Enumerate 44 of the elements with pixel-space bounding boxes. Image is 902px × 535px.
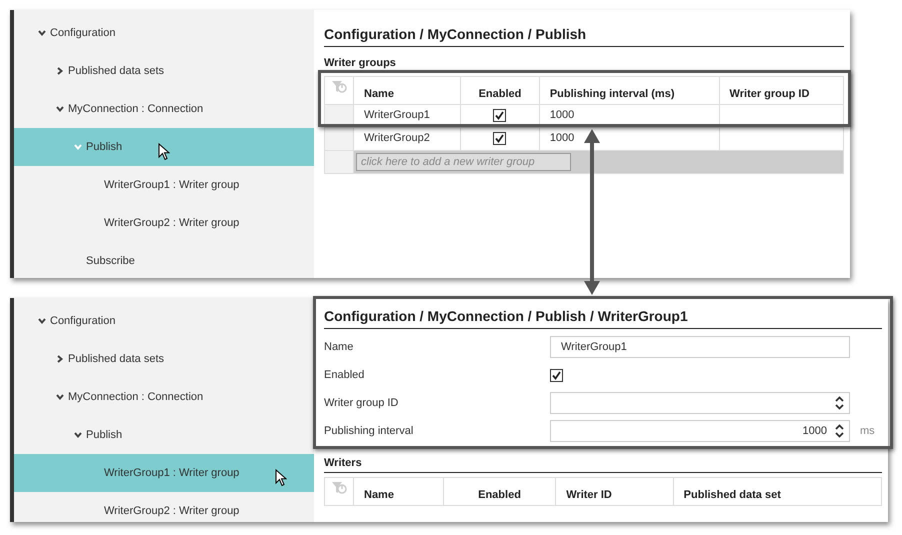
tree-item[interactable]: Configuration <box>14 302 314 340</box>
unit-label: ms <box>860 424 875 439</box>
spin-arrows-icon <box>835 424 844 438</box>
checked-checkbox[interactable] <box>493 109 506 122</box>
column-header[interactable]: Name <box>354 477 444 505</box>
tree-item[interactable]: Configuration <box>14 14 314 52</box>
column-header[interactable]: Published data set <box>673 477 882 505</box>
tree-item[interactable]: WriterGroup1 : Writer group <box>14 166 314 204</box>
tree-item[interactable]: Publish <box>14 416 314 454</box>
field-label: Enabled <box>324 368 366 383</box>
tree-item[interactable]: Subscribe <box>14 242 314 278</box>
filter-icon <box>331 80 347 94</box>
breadcrumb-title: Configuration / MyConnection / Publish / WriterGroup1 <box>324 306 882 329</box>
table-cell: 1000 <box>539 104 720 127</box>
column-header[interactable]: Writer group ID <box>719 76 844 104</box>
section-heading: Writers <box>324 455 882 472</box>
number-field[interactable] <box>550 392 850 414</box>
text-field[interactable]: WriterGroup1 <box>550 336 850 358</box>
column-header[interactable]: Enabled <box>460 76 540 104</box>
tree-item[interactable]: WriterGroup2 : Writer group <box>14 492 314 522</box>
number-field[interactable]: 1000 <box>550 420 850 442</box>
section-heading: Writer groups <box>324 56 397 71</box>
table-cell: WriterGroup2 <box>354 127 461 150</box>
tree-item[interactable]: Publish <box>14 128 314 166</box>
tree-item[interactable]: Published data sets <box>14 52 314 90</box>
checked-checkbox[interactable] <box>550 368 563 382</box>
field-label: Name <box>324 340 354 355</box>
tree-item[interactable]: WriterGroup1 : Writer group <box>14 454 314 492</box>
column-header[interactable]: Publishing interval (ms) <box>539 76 720 104</box>
tree-item[interactable]: Published data sets <box>14 340 314 378</box>
field-label: Writer group ID <box>324 396 400 411</box>
table-cell: WriterGroup1 <box>354 104 461 127</box>
spin-arrows-icon <box>835 396 844 410</box>
tree-item[interactable]: MyConnection : Connection <box>14 378 314 416</box>
field-label: Publishing interval <box>324 424 414 439</box>
column-header[interactable]: Name <box>354 76 461 104</box>
breadcrumb-title: Configuration / MyConnection / Publish <box>324 24 844 47</box>
tree-item[interactable]: WriterGroup2 : Writer group <box>14 204 314 242</box>
checked-checkbox[interactable] <box>493 132 506 145</box>
column-header[interactable]: Writer ID <box>556 477 674 505</box>
tree-item[interactable]: MyConnection : Connection <box>14 90 314 128</box>
filter-icon <box>331 480 347 494</box>
column-header[interactable]: Enabled <box>443 477 556 505</box>
new-row-field[interactable]: click here to add a new writer group <box>356 152 571 170</box>
